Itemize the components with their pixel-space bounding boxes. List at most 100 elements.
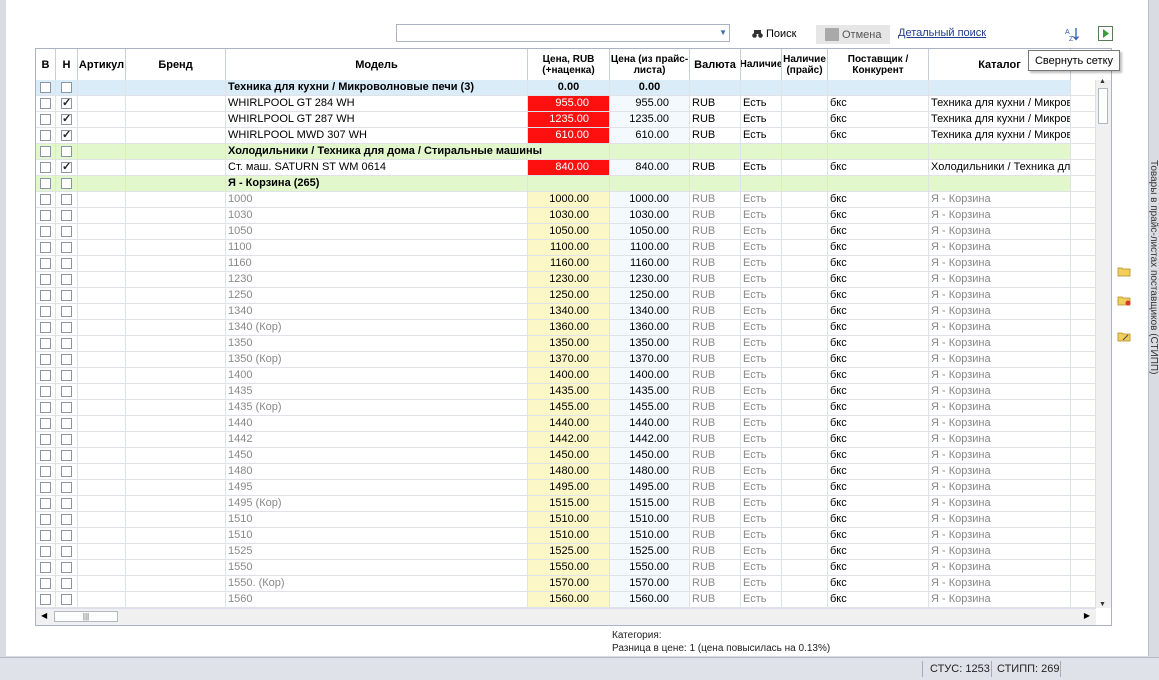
mark-checkbox-cell[interactable] (56, 80, 78, 95)
cancel-button[interactable]: Отмена (816, 25, 890, 44)
select-checkbox-cell[interactable] (36, 128, 56, 143)
column-header-b[interactable]: В (36, 49, 56, 80)
column-header-supplier[interactable]: Поставщик / Конкурент (828, 49, 929, 80)
search-input[interactable] (397, 25, 715, 41)
mark-checkbox[interactable] (61, 578, 72, 589)
table-row[interactable]: 1340 1340.00 1340.00 RUB Есть бкс Я - Корзина (36, 304, 1096, 320)
table-row[interactable]: 1450 1450.00 1450.00 RUB Есть бкс Я - Корзина (36, 448, 1096, 464)
mark-checkbox[interactable] (61, 160, 72, 175)
mark-checkbox-cell[interactable] (56, 400, 78, 415)
dropdown-arrow-icon[interactable]: ▼ (719, 28, 727, 37)
column-header-price[interactable]: Цена, RUB (+наценка) (528, 49, 610, 80)
select-checkbox-cell[interactable] (36, 160, 56, 175)
select-checkbox[interactable] (40, 274, 51, 285)
select-checkbox[interactable] (40, 226, 51, 237)
select-checkbox[interactable] (40, 130, 51, 141)
mark-checkbox-cell[interactable] (56, 288, 78, 303)
select-checkbox[interactable] (40, 338, 51, 349)
select-checkbox-cell[interactable] (36, 336, 56, 351)
table-row[interactable]: 1550. (Кор) 1570.00 1570.00 RUB Есть бкс Я - К… (36, 576, 1096, 592)
mark-checkbox[interactable] (61, 242, 72, 253)
select-checkbox[interactable] (40, 258, 51, 269)
mark-checkbox-cell[interactable] (56, 272, 78, 287)
advanced-search-link[interactable]: Детальный поиск (898, 27, 986, 39)
collapse-grid-icon[interactable] (1098, 26, 1113, 41)
select-checkbox[interactable] (40, 210, 51, 221)
mark-checkbox-cell[interactable] (56, 560, 78, 575)
table-row[interactable]: 1400 1400.00 1400.00 RUB Есть бкс Я - Корзина (36, 368, 1096, 384)
mark-checkbox-cell[interactable] (56, 384, 78, 399)
select-checkbox-cell[interactable] (36, 496, 56, 511)
select-checkbox[interactable] (40, 146, 51, 157)
mark-checkbox-cell[interactable] (56, 528, 78, 543)
select-checkbox-cell[interactable] (36, 576, 56, 591)
table-row[interactable]: 1480 1480.00 1480.00 RUB Есть бкс Я - Корзина (36, 464, 1096, 480)
sort-az-icon[interactable]: A Z (1064, 26, 1080, 42)
mark-checkbox-cell[interactable] (56, 224, 78, 239)
table-row[interactable]: 1160 1160.00 1160.00 RUB Есть бкс Я - Корзина (36, 256, 1096, 272)
mark-checkbox-cell[interactable] (56, 576, 78, 591)
select-checkbox-cell[interactable] (36, 560, 56, 575)
folder-edit-icon[interactable] (1117, 330, 1131, 342)
mark-checkbox[interactable] (61, 402, 72, 413)
select-checkbox-cell[interactable] (36, 176, 56, 191)
select-checkbox-cell[interactable] (36, 592, 56, 607)
table-row[interactable]: 1510 1510.00 1510.00 RUB Есть бкс Я - Корзина (36, 512, 1096, 528)
mark-checkbox[interactable] (61, 226, 72, 237)
mark-checkbox-cell[interactable] (56, 160, 78, 175)
select-checkbox[interactable] (40, 162, 51, 173)
mark-checkbox[interactable] (61, 258, 72, 269)
mark-checkbox[interactable] (61, 146, 72, 157)
table-row[interactable]: 1560 1560.00 1560.00 RUB Есть бкс Я - Корзина (36, 592, 1096, 608)
table-row[interactable]: 1495 (Кор) 1515.00 1515.00 RUB Есть бкс Я - Ко… (36, 496, 1096, 512)
table-row[interactable]: 1050 1050.00 1050.00 RUB Есть бкс Я - Корзина (36, 224, 1096, 240)
mark-checkbox[interactable] (61, 274, 72, 285)
mark-checkbox-cell[interactable] (56, 448, 78, 463)
select-checkbox-cell[interactable] (36, 448, 56, 463)
mark-checkbox-cell[interactable] (56, 192, 78, 207)
mark-checkbox[interactable] (61, 386, 72, 397)
table-row[interactable]: 1440 1440.00 1440.00 RUB Есть бкс Я - Корзина (36, 416, 1096, 432)
mark-checkbox-cell[interactable] (56, 96, 78, 111)
select-checkbox[interactable] (40, 578, 51, 589)
select-checkbox-cell[interactable] (36, 304, 56, 319)
mark-checkbox[interactable] (61, 450, 72, 461)
select-checkbox[interactable] (40, 322, 51, 333)
column-header-avail2[interactable]: Наличие (прайс) (782, 49, 828, 80)
mark-checkbox[interactable] (61, 562, 72, 573)
select-checkbox[interactable] (40, 194, 51, 205)
table-row[interactable]: 1442 1442.00 1442.00 RUB Есть бкс Я - Корзина (36, 432, 1096, 448)
table-row[interactable]: 1100 1100.00 1100.00 RUB Есть бкс Я - Корзина (36, 240, 1096, 256)
mark-checkbox-cell[interactable] (56, 432, 78, 447)
select-checkbox[interactable] (40, 498, 51, 509)
column-header-model[interactable]: Модель (226, 49, 528, 80)
select-checkbox[interactable] (40, 466, 51, 477)
select-checkbox-cell[interactable] (36, 384, 56, 399)
select-checkbox-cell[interactable] (36, 544, 56, 559)
search-combobox[interactable]: ▼ (396, 24, 730, 42)
select-checkbox[interactable] (40, 418, 51, 429)
select-checkbox-cell[interactable] (36, 272, 56, 287)
mark-checkbox[interactable] (61, 338, 72, 349)
table-row[interactable]: 1350 1350.00 1350.00 RUB Есть бкс Я - Корзина (36, 336, 1096, 352)
table-row[interactable]: 1000 1000.00 1000.00 RUB Есть бкс Я - Корзина (36, 192, 1096, 208)
mark-checkbox-cell[interactable] (56, 512, 78, 527)
scroll-left-icon[interactable]: ◀ (41, 611, 47, 620)
table-row[interactable]: WHIRLPOOL GT 287 WH1235.001235.00RUBЕсть… (36, 112, 1096, 128)
column-header-art[interactable]: Артикул (78, 49, 126, 80)
mark-checkbox[interactable] (61, 418, 72, 429)
column-header-price2[interactable]: Цена (из прайс-листа) (610, 49, 690, 80)
select-checkbox[interactable] (40, 82, 51, 93)
mark-checkbox-cell[interactable] (56, 304, 78, 319)
select-checkbox-cell[interactable] (36, 464, 56, 479)
select-checkbox[interactable] (40, 370, 51, 381)
mark-checkbox-cell[interactable] (56, 320, 78, 335)
mark-checkbox[interactable] (61, 178, 72, 189)
table-row[interactable]: 1435 1435.00 1435.00 RUB Есть бкс Я - Корзина (36, 384, 1096, 400)
select-checkbox-cell[interactable] (36, 144, 56, 159)
mark-checkbox-cell[interactable] (56, 544, 78, 559)
mark-checkbox[interactable] (61, 322, 72, 333)
mark-checkbox-cell[interactable] (56, 240, 78, 255)
select-checkbox-cell[interactable] (36, 224, 56, 239)
select-checkbox[interactable] (40, 114, 51, 125)
